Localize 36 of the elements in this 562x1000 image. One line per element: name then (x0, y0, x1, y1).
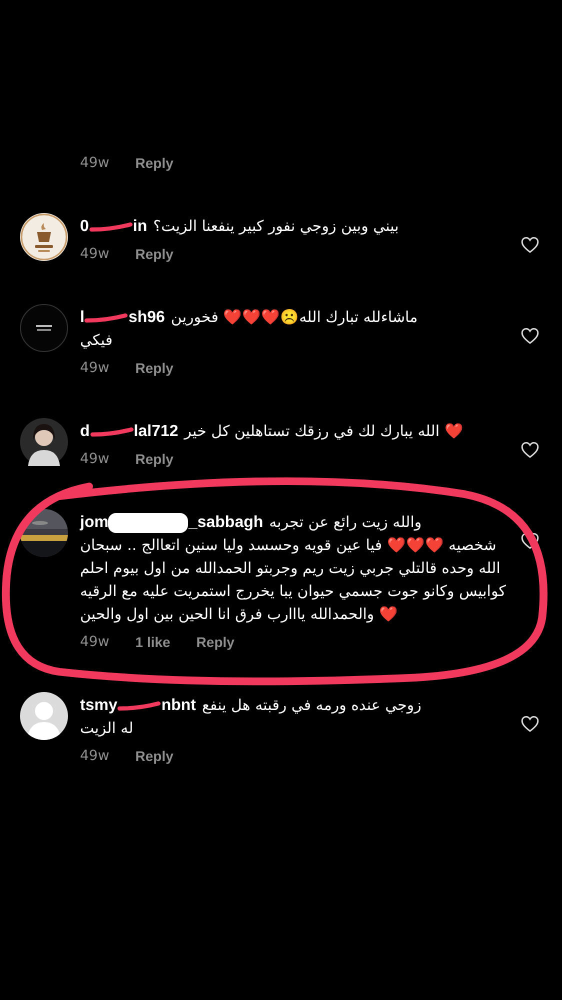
timestamp: 49w (80, 246, 110, 262)
comment-text: الله يبارك لك في رزقك تستاهلين كل خير ❤ (184, 421, 464, 442)
reply-button[interactable]: Reply (196, 634, 234, 650)
timestamp: 49w (80, 748, 110, 764)
username-part[interactable]: jom (80, 514, 108, 532)
timestamp: 49w (80, 451, 110, 467)
heart-icon[interactable] (520, 326, 540, 346)
comment-text: شخصيه ❤❤❤ فيا عين قويه وحسسد وليا سنين اتعاالج .. سبحان الله وحده قالتلي جربي زيت ريم وجربتو الحمدالله من اول بيوم احلم كوابيس وكانو جوت جسمي حيوان يبا يخررج استمريت عليه مع الرقيه والحمدالله يااارب فرق انا الحين بين اول والحين ❤ (80, 535, 506, 625)
username-part[interactable]: sh96 (128, 308, 165, 326)
username-part[interactable]: nbnt (161, 696, 196, 714)
username-part[interactable]: _sabbagh (188, 514, 264, 532)
username-part[interactable]: tsmy (80, 696, 118, 714)
username-part[interactable]: d (80, 422, 90, 440)
comment-text: زوجي عنده ورمه في رقبته هل ينفع (202, 695, 422, 716)
reply-button[interactable]: Reply (135, 748, 174, 764)
likes-link[interactable]: 1 like (135, 634, 170, 650)
reply-button[interactable]: Reply (135, 360, 174, 376)
comment-text: بيني وبين زوجي نفور كبير ينفعنا الزيت؟ (153, 216, 399, 237)
comment-text: فيكي (80, 330, 114, 351)
heart-icon[interactable] (520, 714, 540, 734)
username-part[interactable]: 0 (80, 218, 89, 236)
heart-icon[interactable] (520, 235, 540, 255)
comment-text: ماشاءلله تبارك الله☹❤❤❤ فخورين (170, 307, 418, 328)
timestamp: 49w (80, 360, 110, 376)
username-part[interactable]: lal712 (134, 422, 178, 440)
reply-button[interactable]: Reply (135, 155, 174, 171)
heart-icon[interactable] (520, 440, 540, 460)
username-part[interactable]: l (80, 308, 84, 326)
comment-text: له الزيت (80, 718, 134, 739)
timestamp: 49w (80, 634, 110, 650)
heart-icon[interactable] (520, 531, 540, 551)
reply-button[interactable]: Reply (135, 246, 174, 262)
comment-text: والله زيت رائع عن تجربه (269, 512, 422, 533)
username-part[interactable]: in (132, 218, 148, 236)
reply-button[interactable]: Reply (135, 451, 174, 467)
timestamp: 49w (80, 155, 110, 171)
